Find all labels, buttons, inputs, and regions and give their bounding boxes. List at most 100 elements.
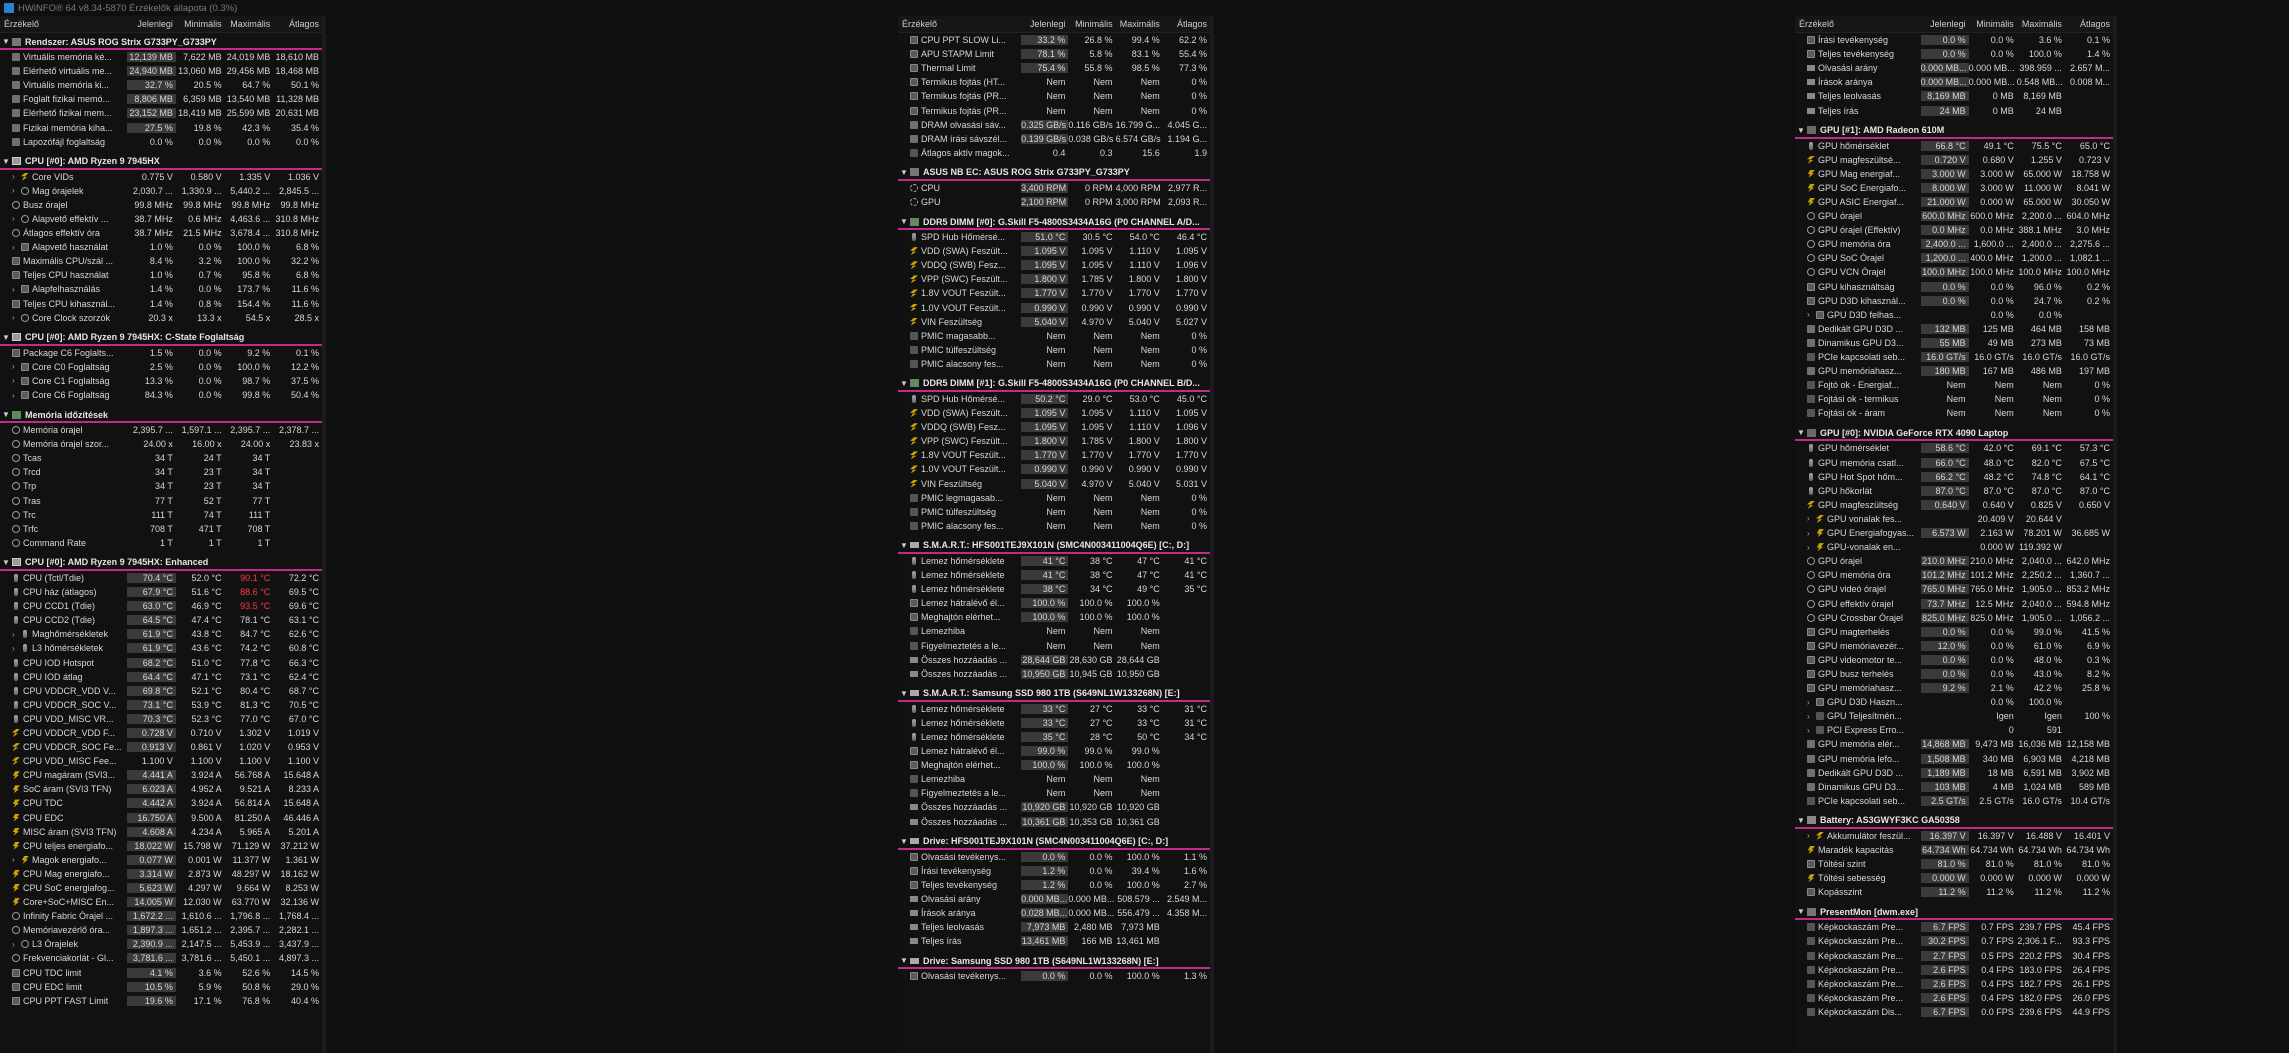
sensor-row[interactable]: Képkockaszám Pre... 6.7 FPS 0.7 FPS 239.7 F… <box>1795 920 2113 934</box>
sensor-row[interactable]: 1.8V VOUT Feszült... 1.770 V 1.770 V 1.770 … <box>898 448 1210 462</box>
column-header-avg[interactable]: Átlagos <box>273 19 322 29</box>
sensor-row[interactable]: Lemez hőmérséklete 38 °C 34 °C 49 °C 35 °C <box>898 582 1210 596</box>
sensor-row[interactable]: PMIC alacsony fes... Nem Nem Nem 0 % <box>898 519 1210 533</box>
sensor-row[interactable]: Figyelmeztetés a le... Nem Nem Nem <box>898 638 1210 652</box>
sensor-row[interactable]: GPU kihasználtság 0.0 % 0.0 % 96.0 % 0.2 % <box>1795 280 2113 294</box>
expand-chevron-icon[interactable]: › <box>12 172 21 181</box>
column-header-min[interactable]: Minimális <box>1969 19 2017 29</box>
sensor-row[interactable]: › Akkumulátor feszül... 16.397 V 16.397 V 16… <box>1795 829 2113 843</box>
sensor-row[interactable]: CPU VDD_MISC Fee... 1.100 V 1.100 V 1.100 V… <box>0 754 322 768</box>
sensor-row[interactable]: CPU PPT SLOW Li... 33.2 % 26.8 % 99.4 % 62.2… <box>898 33 1210 47</box>
sensor-group-header[interactable]: ▼ CPU [#0]: AMD Ryzen 9 7945HX: C-State F… <box>0 331 322 346</box>
sensor-row[interactable]: › Core VIDs 0.775 V 0.580 V 1.335 V 1.036 V <box>0 170 322 184</box>
sensor-row[interactable]: Teljes tevékenység 0.0 % 0.0 % 100.0 % 1.4 % <box>1795 47 2113 61</box>
sensor-row[interactable]: Frekvenciakorlát - Gl... 3,781.6 ... 3,781… <box>0 951 322 965</box>
sensor-row[interactable]: CPU VDDCR_VDD F... 0.728 V 0.710 V 1.302 V1… <box>0 726 322 740</box>
sensor-row[interactable]: Teljes leolvasás 8,169 MB 0 MB 8,169 MB <box>1795 89 2113 103</box>
sensor-group-header[interactable]: ▼ CPU [#0]: AMD Ryzen 9 7945HX: Enhanced <box>0 556 322 571</box>
sensor-row[interactable]: GPU memória elér... 14,868 MB 9,473 MB 16,0… <box>1795 737 2113 751</box>
sensor-row[interactable]: Lemez hőmérséklete 41 °C 38 °C 47 °C 41 °C <box>898 554 1210 568</box>
sensor-row[interactable]: Kopásszint 11.2 % 11.2 % 11.2 % 11.2 % <box>1795 885 2113 899</box>
sensor-row[interactable]: Package C6 Foglalts... 1.5 % 0.0 % 9.2 % 0.1… <box>0 346 322 360</box>
sensor-group-header[interactable]: ▼ Rendszer: ASUS ROG Strix G733PY_G733PY <box>0 35 322 50</box>
collapse-chevron-icon[interactable]: ▼ <box>2 37 12 46</box>
sensor-row[interactable]: CPU teljes energiafo... 18.022 W 15.798 W7… <box>0 839 322 853</box>
sensor-row[interactable]: Termikus fojtás (PR... Nem Nem Nem 0 % <box>898 103 1210 117</box>
sensor-group-header[interactable]: ▼ PresentMon [dwm.exe] <box>1795 905 2113 921</box>
sensor-row[interactable]: Termikus fojtás (HT... Nem Nem Nem 0 % <box>898 75 1210 89</box>
sensor-row[interactable]: VIN Feszültség 5.040 V 4.970 V 5.040 V 5.031… <box>898 477 1210 491</box>
sensor-row[interactable]: Core+SoC+MISC En... 14.005 W 12.030 W 63.77… <box>0 895 322 909</box>
collapse-chevron-icon[interactable]: ▼ <box>900 837 910 846</box>
sensor-row[interactable]: CPU VDDCR_SOC Fe... 0.913 V 0.861 V 1.020 V… <box>0 740 322 754</box>
sensor-row[interactable]: Képkockaszám Dis... 6.7 FPS 0.0 FPS 239.6 F… <box>1795 1005 2113 1019</box>
column-header[interactable]: Érzékelő Jelenlegi Minimális Maximális Átlag… <box>0 16 322 33</box>
sensor-row[interactable]: GPU magfeszültség 0.640 V 0.640 V 0.825 V 0.… <box>1795 498 2113 512</box>
expand-chevron-icon[interactable]: › <box>12 313 21 322</box>
sensor-row[interactable]: GPU magfeszültsé... 0.720 V 0.680 V 1.255 V… <box>1795 153 2113 167</box>
sensor-group-header[interactable]: ▼ GPU [#0]: NVIDIA GeForce RTX 4090 Lapto… <box>1795 426 2113 442</box>
sensor-row[interactable]: 1.0V VOUT Feszült... 0.990 V 0.990 V 0.990 … <box>898 301 1210 315</box>
sensor-row[interactable]: Command Rate 1 T1 T1 T <box>0 536 322 550</box>
sensor-row[interactable]: Fojtási ok - termikus Nem Nem Nem 0 % <box>1795 392 2113 406</box>
sensor-row[interactable]: Lemezhiba Nem Nem Nem <box>898 624 1210 638</box>
sensor-row[interactable]: 1.0V VOUT Feszült... 0.990 V 0.990 V 0.990 … <box>898 462 1210 476</box>
sensor-row[interactable]: CPU (Tctl/Tdie) 70.4 °C 52.0 °C 90.1 °C 72.2… <box>0 571 322 585</box>
sensor-row[interactable]: Tcas 34 T 24 T 34 T <box>0 451 322 465</box>
sensor-row[interactable]: Virtuális memória ki... 32.7 % 20.5 % 64.7 … <box>0 78 322 92</box>
sensor-row[interactable]: GPU Crossbar Órajel 825.0 MHz 825.0 MHz 1,9… <box>1795 611 2113 625</box>
sensor-row[interactable]: Töltési sebesség 0.000 W 0.000 W 0.000 W 0.0… <box>1795 871 2113 885</box>
sensor-row[interactable]: Meghajtón elérhet... 100.0 % 100.0 % 100.0 … <box>898 758 1210 772</box>
sensor-row[interactable]: › Core C1 Foglaltság 13.3 % 0.0 % 98.7 % 37.5… <box>0 374 322 388</box>
sensor-row[interactable]: GPU memóriahasz... 180 MB 167 MB 486 MB 197 … <box>1795 364 2113 378</box>
sensor-row[interactable]: Lemez hátralévő él... 99.0 % 99.0 % 99.0 % <box>898 744 1210 758</box>
sensor-row[interactable]: GPU memóriavezér... 12.0 % 0.0 % 61.0 % 6.9 … <box>1795 639 2113 653</box>
sensor-row[interactable]: Dedikált GPU D3D ... 1,189 MB 18 MB 6,591 M… <box>1795 766 2113 780</box>
expand-chevron-icon[interactable]: › <box>1807 698 1816 707</box>
sensor-row[interactable]: Memória órajel szor... 24.00 x 16.00 x 24.0… <box>0 437 322 451</box>
sensor-row[interactable]: Dinamikus GPU D3... 103 MB 4 MB 1,024 MB 589… <box>1795 780 2113 794</box>
sensor-row[interactable]: Írások aránya 0.000 MB... 0.000 MB... 0.548… <box>1795 75 2113 89</box>
collapse-chevron-icon[interactable]: ▼ <box>900 379 910 388</box>
sensor-row[interactable]: GPU SoC Órajel 1,200.0 ... 400.0 MHz 1,200.… <box>1795 251 2113 265</box>
expand-chevron-icon[interactable]: › <box>1807 726 1816 735</box>
sensor-group-header[interactable]: ▼ ASUS NB EC: ASUS ROG Strix G733PY_G733P… <box>898 166 1210 181</box>
collapse-chevron-icon[interactable]: ▼ <box>1797 816 1807 825</box>
sensor-row[interactable]: Összes hozzáadás ... 10,920 GB 10,920 GB 10… <box>898 800 1210 814</box>
sensor-row[interactable]: › Alapvető használat 1.0 % 0.0 % 100.0 % 6.8 … <box>0 240 322 254</box>
sensor-row[interactable]: CPU CCD2 (Tdie) 64.5 °C 47.4 °C 78.1 °C 63.1… <box>0 613 322 627</box>
sensor-row[interactable]: Képkockaszám Pre... 2.7 FPS 0.5 FPS 220.2 F… <box>1795 949 2113 963</box>
sensor-row[interactable]: Elérhető fizikai mem... 23,152 MB 18,419 M… <box>0 106 322 120</box>
sensor-row[interactable]: Maradék kapacitás 64.734 Wh 64.734 Wh 64.73… <box>1795 843 2113 857</box>
sensor-row[interactable]: › Alapfelhasználás 1.4 % 0.0 % 173.7 % 11.6 % <box>0 282 322 296</box>
sensor-row[interactable]: GPU memória csatl... 66.0 °C 48.0 °C 82.0 °… <box>1795 456 2113 470</box>
sensor-row[interactable]: VDDQ (SWB) Fesz... 1.095 V 1.095 V 1.110 V1… <box>898 258 1210 272</box>
sensor-row[interactable]: Fojtó ok - Energiaf... Nem Nem Nem 0 % <box>1795 378 2113 392</box>
sensor-row[interactable]: GPU busz terhelés 0.0 % 0.0 % 43.0 % 8.2 % <box>1795 667 2113 681</box>
sensor-row[interactable]: CPU CCD1 (Tdie) 63.0 °C 46.9 °C 93.5 °C 69.6… <box>0 599 322 613</box>
sensor-row[interactable]: Teljes tevékenység 1.2 % 0.0 % 100.0 % 2.7 % <box>898 878 1210 892</box>
sensor-row[interactable]: GPU VCN Órajel 100.0 MHz 100.0 MHz 100.0 MH… <box>1795 265 2113 279</box>
sensor-row[interactable]: › GPU-vonalak en... 0.000 W 119.392 W <box>1795 540 2113 554</box>
sensor-row[interactable]: Átlagos effektív óra 38.7 MHz 21.5 MHz 3,67… <box>0 226 322 240</box>
sensor-row[interactable]: Olvasási tevékenys... 0.0 % 0.0 % 100.0 % 1.… <box>898 969 1210 983</box>
sensor-group-header[interactable]: ▼ CPU [#0]: AMD Ryzen 9 7945HX <box>0 155 322 170</box>
sensor-row[interactable]: Busz órajel 99.8 MHz 99.8 MHz 99.8 MHz 99.8 … <box>0 198 322 212</box>
sensor-row[interactable]: CPU ház (átlagos) 67.9 °C 51.6 °C 88.6 °C 69… <box>0 585 322 599</box>
sensor-row[interactable]: GPU memória óra 101.2 MHz 101.2 MHz 2,250.2… <box>1795 568 2113 582</box>
collapse-chevron-icon[interactable]: ▼ <box>2 558 12 567</box>
column-header-current[interactable]: Jelenlegi <box>127 19 176 29</box>
sensor-row[interactable]: GPU hőmérséklet 66.8 °C 49.1 °C 75.5 °C 65.0… <box>1795 139 2113 153</box>
sensor-row[interactable]: Dinamikus GPU D3... 55 MB 49 MB 273 MB 73 MB <box>1795 336 2113 350</box>
collapse-chevron-icon[interactable]: ▼ <box>2 157 12 166</box>
sensor-row[interactable]: DRAM írási sávszél... 0.139 GB/s 0.038 GB/… <box>898 132 1210 146</box>
sensor-row[interactable]: Olvasási arány 0.000 MB... 0.000 MB... 508.… <box>898 892 1210 906</box>
sensor-row[interactable]: CPU VDDCR_SOC V... 73.1 °C 53.9 °C 81.3 °C 7… <box>0 698 322 712</box>
collapse-chevron-icon[interactable]: ▼ <box>900 217 910 226</box>
sensor-row[interactable]: Olvasási tevékenys... 0.0 % 0.0 % 100.0 % 1.… <box>898 850 1210 864</box>
sensor-row[interactable]: Dedikált GPU D3D ... 132 MB 125 MB 464 MB 15… <box>1795 322 2113 336</box>
sensor-row[interactable]: VPP (SWC) Feszült... 1.800 V 1.785 V 1.800 … <box>898 272 1210 286</box>
sensor-row[interactable]: GPU hőkorlát 87.0 °C 87.0 °C 87.0 °C 87.0 °C <box>1795 484 2113 498</box>
collapse-chevron-icon[interactable]: ▼ <box>2 410 12 419</box>
sensor-row[interactable]: GPU órajel 600.0 MHz 600.0 MHz 2,200.0 ... 6… <box>1795 209 2113 223</box>
